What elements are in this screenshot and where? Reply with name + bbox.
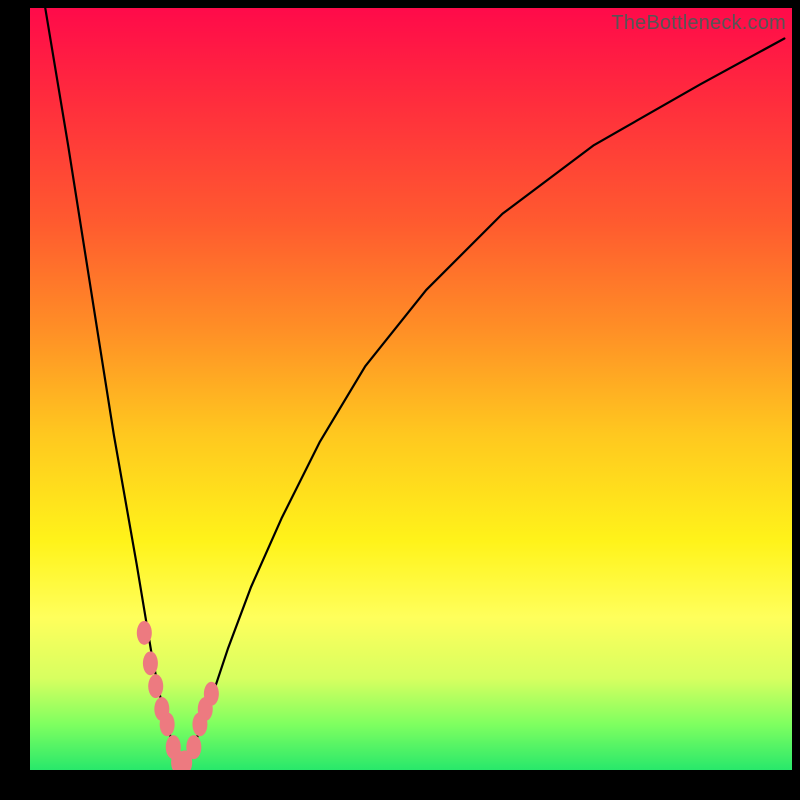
- plot-area: TheBottleneck.com: [30, 8, 792, 770]
- highlight-marker: [204, 682, 219, 706]
- bottleneck-curve: [45, 8, 784, 762]
- highlight-marker: [148, 674, 163, 698]
- highlight-marker: [160, 712, 175, 736]
- highlight-marker: [137, 621, 152, 645]
- bottleneck-curve-svg: [30, 8, 792, 770]
- chart-frame: TheBottleneck.com: [0, 0, 800, 800]
- highlight-marker: [143, 651, 158, 675]
- highlight-marker: [186, 735, 201, 759]
